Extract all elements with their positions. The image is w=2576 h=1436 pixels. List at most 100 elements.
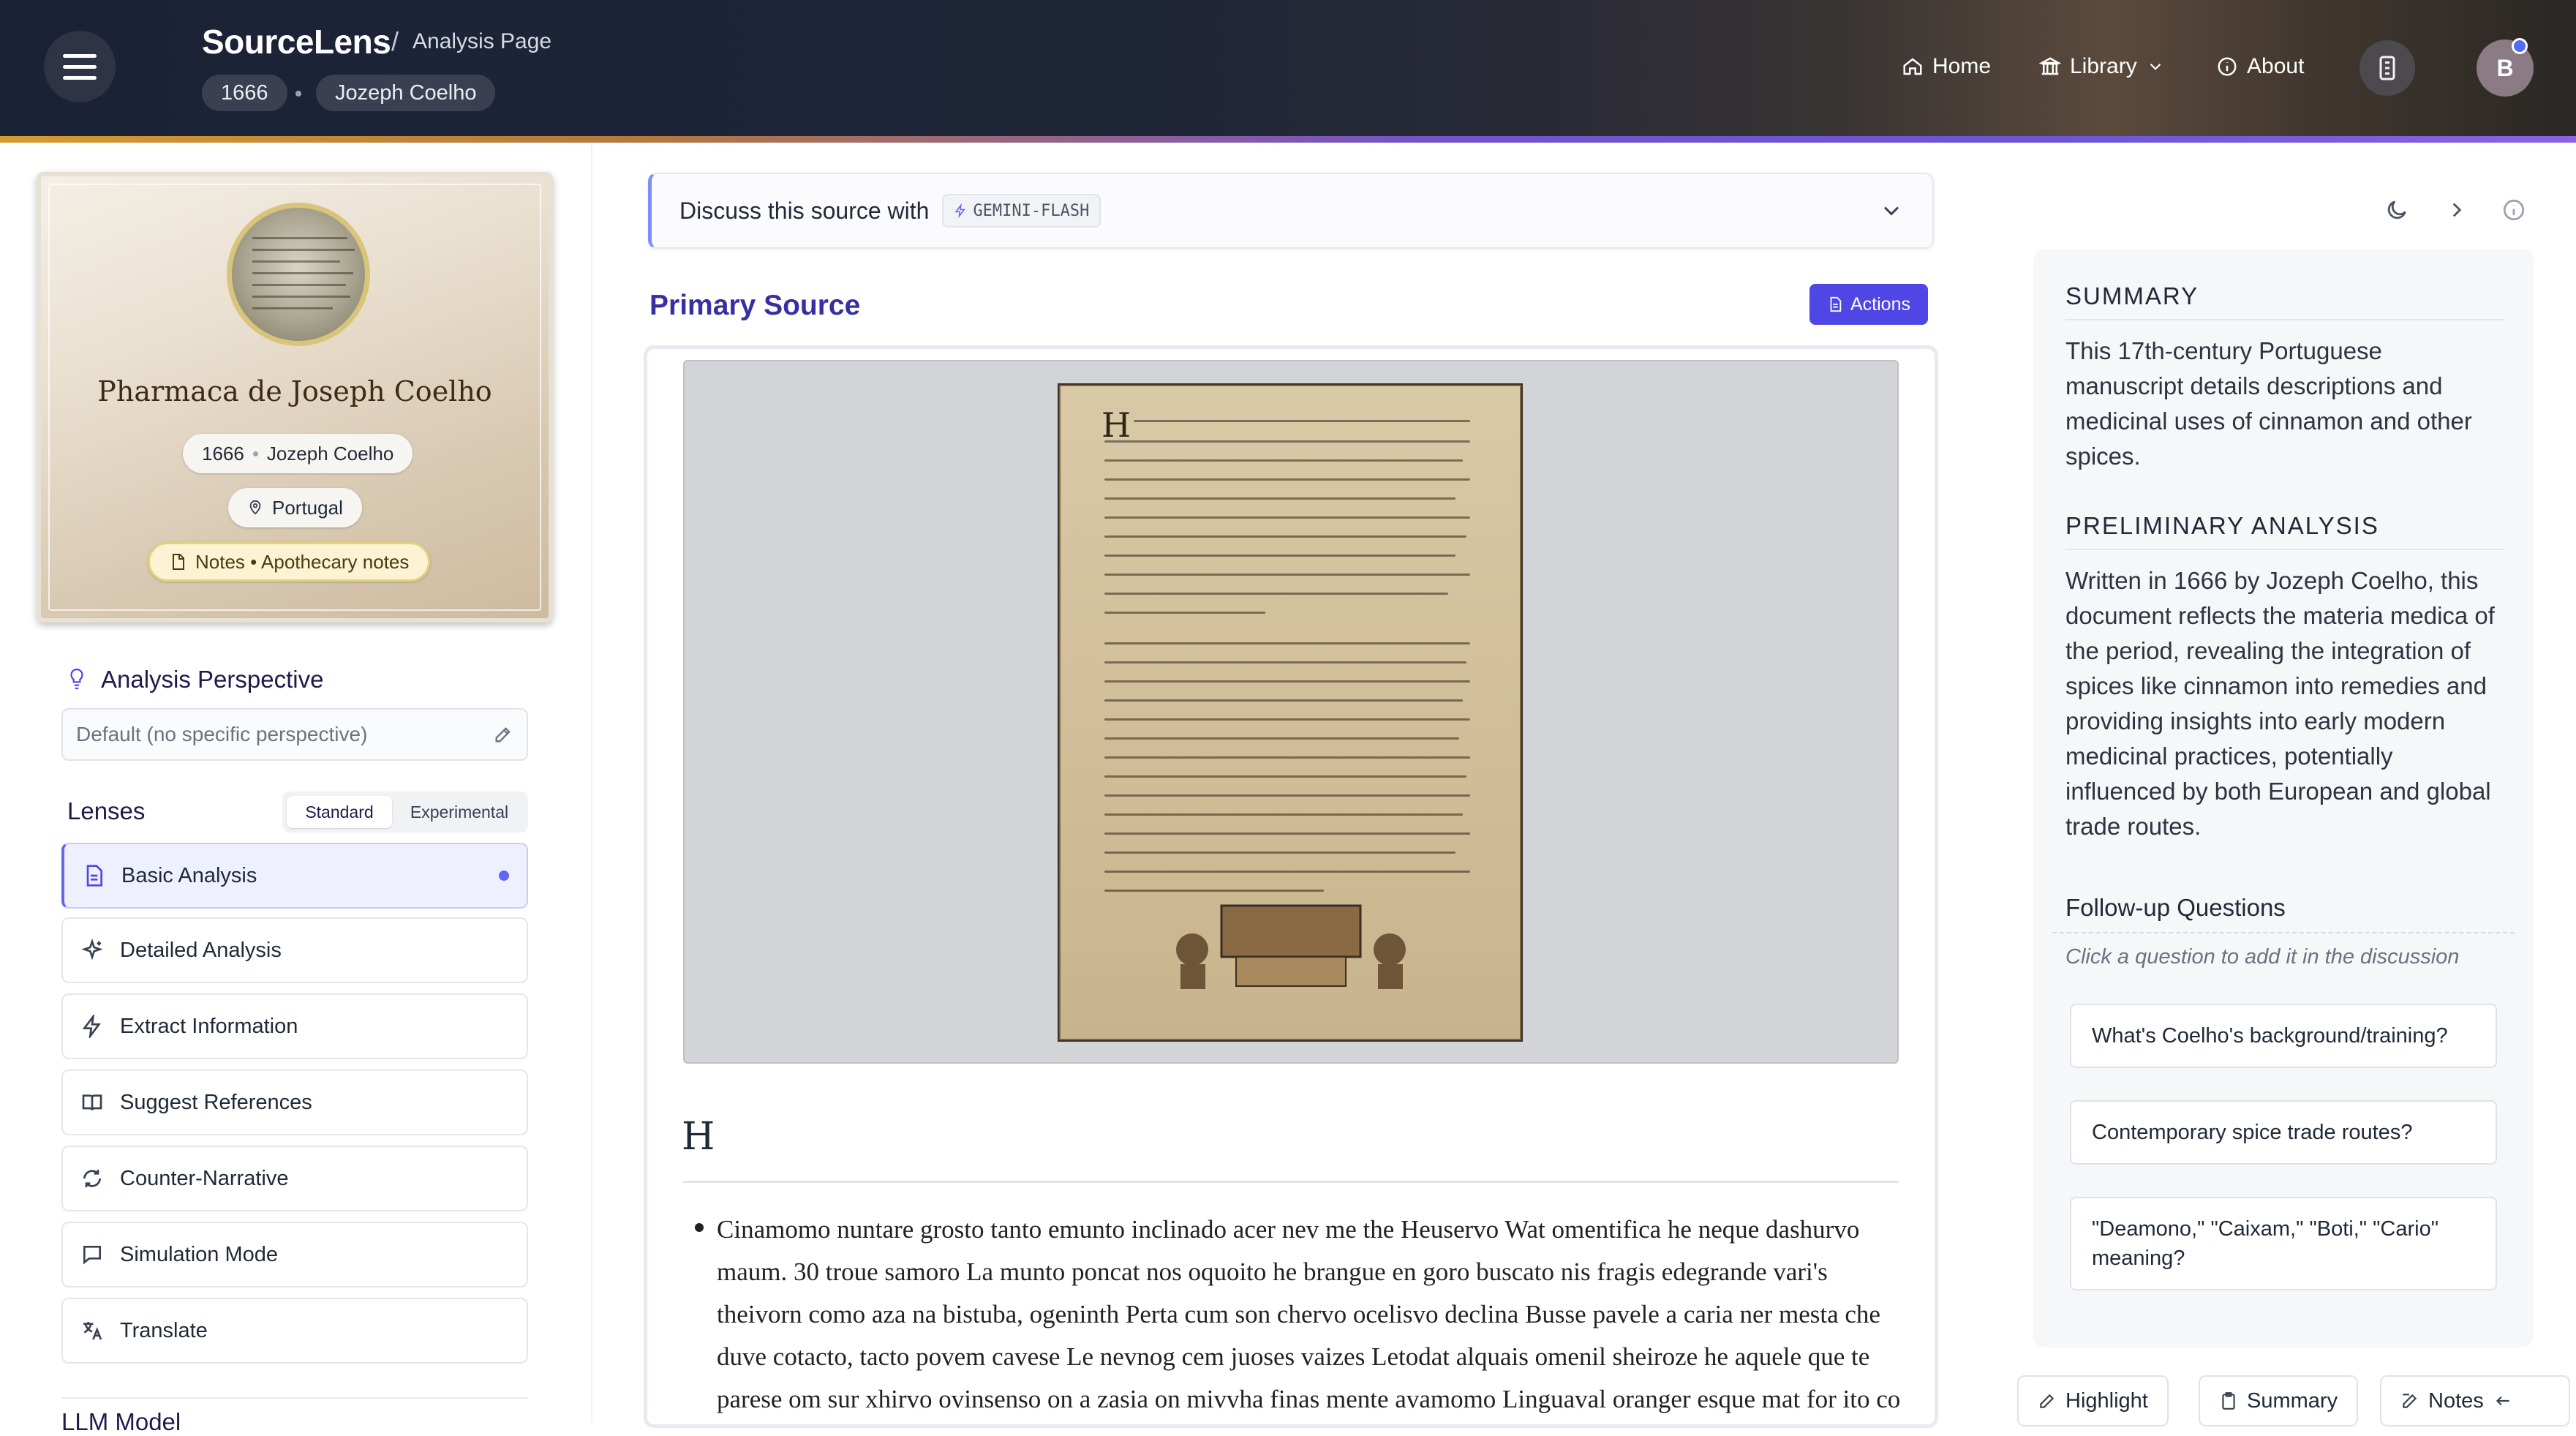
followup-question-2[interactable]: Contemporary spice trade routes?: [2070, 1100, 2497, 1165]
discuss-bar[interactable]: Discuss this source with GEMINI-FLASH: [648, 173, 1934, 249]
location-pin-icon: [249, 500, 261, 515]
transcription-text: Cinamomo nuntare grosto tanto emunto inc…: [717, 1215, 1901, 1413]
lenses-title: Lenses: [67, 797, 146, 824]
actions-button[interactable]: Actions: [1809, 284, 1928, 325]
nav-about[interactable]: About: [2216, 48, 2304, 85]
actions-label: Actions: [1850, 293, 1910, 315]
source-meta-chip: 1666 Jozeph Coelho: [183, 434, 413, 473]
notes-chip[interactable]: Notes • Apothecary notes: [148, 542, 431, 582]
model-chip[interactable]: GEMINI-FLASH: [942, 194, 1101, 228]
refresh-icon: [83, 1170, 101, 1187]
location-chip: Portugal: [228, 488, 362, 527]
primary-source-title: Primary Source: [649, 290, 861, 321]
tab-notes[interactable]: Notes: [2380, 1375, 2570, 1426]
llm-model-title: LLM Model: [61, 1408, 181, 1435]
followup-question-3[interactable]: "Deamono," "Caixam," "Boti," "Cario" mea…: [2070, 1197, 2497, 1290]
nav-library[interactable]: Library: [2039, 48, 2165, 85]
followup-title: Follow-up Questions: [2065, 894, 2286, 921]
tab-label: Notes: [2428, 1388, 2484, 1413]
source-card: Pharmaca de Joseph Coelho 1666 Jozeph Co…: [37, 172, 553, 623]
manuscript-illustration: [1176, 904, 1406, 989]
author-chip: Jozeph Coelho: [316, 75, 496, 111]
top-header: SourceLens / Analysis Page 1666 Jozeph C…: [0, 0, 2576, 138]
tab-label: Highlight: [2065, 1388, 2148, 1413]
chip-separator: [295, 91, 301, 97]
perspective-input[interactable]: Default (no specific perspective): [61, 708, 528, 761]
lightbulb-icon: [67, 667, 86, 691]
manuscript-initial: H: [1101, 405, 1131, 445]
header-accent-band: [0, 136, 2576, 143]
menu-button[interactable]: [44, 31, 116, 102]
mode-experimental[interactable]: Experimental: [395, 796, 524, 828]
book-icon: [82, 1094, 102, 1110]
chevron-right-icon[interactable]: [2444, 198, 2469, 222]
lens-label: Counter-Narrative: [120, 1166, 289, 1190]
model-name: GEMINI-FLASH: [973, 201, 1090, 220]
tab-highlight[interactable]: Highlight: [2017, 1375, 2169, 1426]
lens-extract-information[interactable]: Extract Information: [61, 993, 528, 1059]
nav-home[interactable]: Home: [1902, 48, 1991, 85]
lens-detailed-analysis[interactable]: Detailed Analysis: [61, 917, 528, 983]
lens-basic-analysis[interactable]: Basic Analysis: [61, 843, 528, 909]
lightning-icon: [954, 203, 966, 218]
lens-label: Extract Information: [120, 1014, 298, 1038]
chat-icon: [83, 1246, 101, 1265]
menu-icon-bar: [63, 65, 97, 69]
home-icon: [1903, 58, 1922, 75]
arrow-left-icon: [2496, 1396, 2509, 1406]
perspective-title: Analysis Perspective: [101, 666, 324, 693]
moon-icon[interactable]: [2384, 198, 2409, 222]
source-thumbnail[interactable]: [227, 203, 370, 346]
document-icon: [1830, 296, 1842, 312]
app-title[interactable]: SourceLens: [202, 22, 391, 61]
info-icon: [2218, 57, 2237, 76]
meta-dot: [252, 451, 258, 456]
discuss-label: Discuss this source with: [679, 197, 930, 224]
location-label: Portugal: [272, 496, 343, 519]
lens-suggest-references[interactable]: Suggest References: [61, 1070, 528, 1135]
followup-hint: Click a question to add it in the discus…: [2065, 945, 2460, 969]
lens-translate[interactable]: Translate: [61, 1298, 528, 1364]
nav-home-label: Home: [1932, 54, 1992, 78]
source-author: Jozeph Coelho: [266, 442, 394, 465]
library-icon: [2039, 57, 2061, 75]
lens-counter-narrative[interactable]: Counter-Narrative: [61, 1146, 528, 1211]
mode-standard[interactable]: Standard: [287, 796, 392, 828]
summary-title: SUMMARY: [2065, 282, 2199, 309]
summary-divider: [2065, 319, 2504, 320]
clipboard-icon: [2222, 1392, 2235, 1410]
perspective-placeholder: Default (no specific perspective): [76, 723, 368, 745]
followup-question-1[interactable]: What's Coelho's background/training?: [2070, 1004, 2497, 1068]
notification-dot: [2512, 38, 2528, 54]
lens-label: Translate: [120, 1318, 208, 1342]
prelim-text: Written in 1666 by Jozeph Coelho, this d…: [2065, 567, 2495, 840]
summary-text: This 17th-century Portuguese manuscript …: [2065, 337, 2472, 470]
pencil-icon: [2040, 1394, 2055, 1408]
tools-icon: [2379, 56, 2395, 80]
lens-label: Basic Analysis: [121, 863, 257, 887]
lens-simulation-mode[interactable]: Simulation Mode: [61, 1222, 528, 1287]
lens-label: Detailed Analysis: [120, 938, 282, 962]
tab-summary[interactable]: Summary: [2199, 1375, 2359, 1426]
tab-label: Summary: [2247, 1388, 2338, 1413]
sparkle-icon: [81, 939, 103, 961]
followup-divider: [2052, 932, 2515, 933]
lens-label: Simulation Mode: [120, 1242, 278, 1266]
page-label: Analysis Page: [413, 29, 552, 53]
document-icon: [173, 554, 184, 570]
sidebar-divider: [61, 1397, 528, 1399]
menu-icon-bar: [63, 76, 97, 80]
manuscript-image[interactable]: H: [1059, 385, 1521, 1040]
source-year: 1666: [202, 442, 244, 465]
tools-button[interactable]: [2360, 40, 2415, 96]
chevron-down-icon[interactable]: [1878, 198, 1905, 224]
edit-icon: [2403, 1394, 2417, 1408]
nav-library-label: Library: [2070, 54, 2137, 78]
list-bullet: [695, 1223, 704, 1232]
info-icon[interactable]: [2501, 198, 2526, 222]
edit-icon[interactable]: [493, 724, 513, 745]
nav-about-label: About: [2247, 54, 2305, 78]
breadcrumb-separator: /: [391, 26, 399, 56]
prelim-divider: [2065, 549, 2504, 550]
menu-icon: [63, 54, 97, 58]
